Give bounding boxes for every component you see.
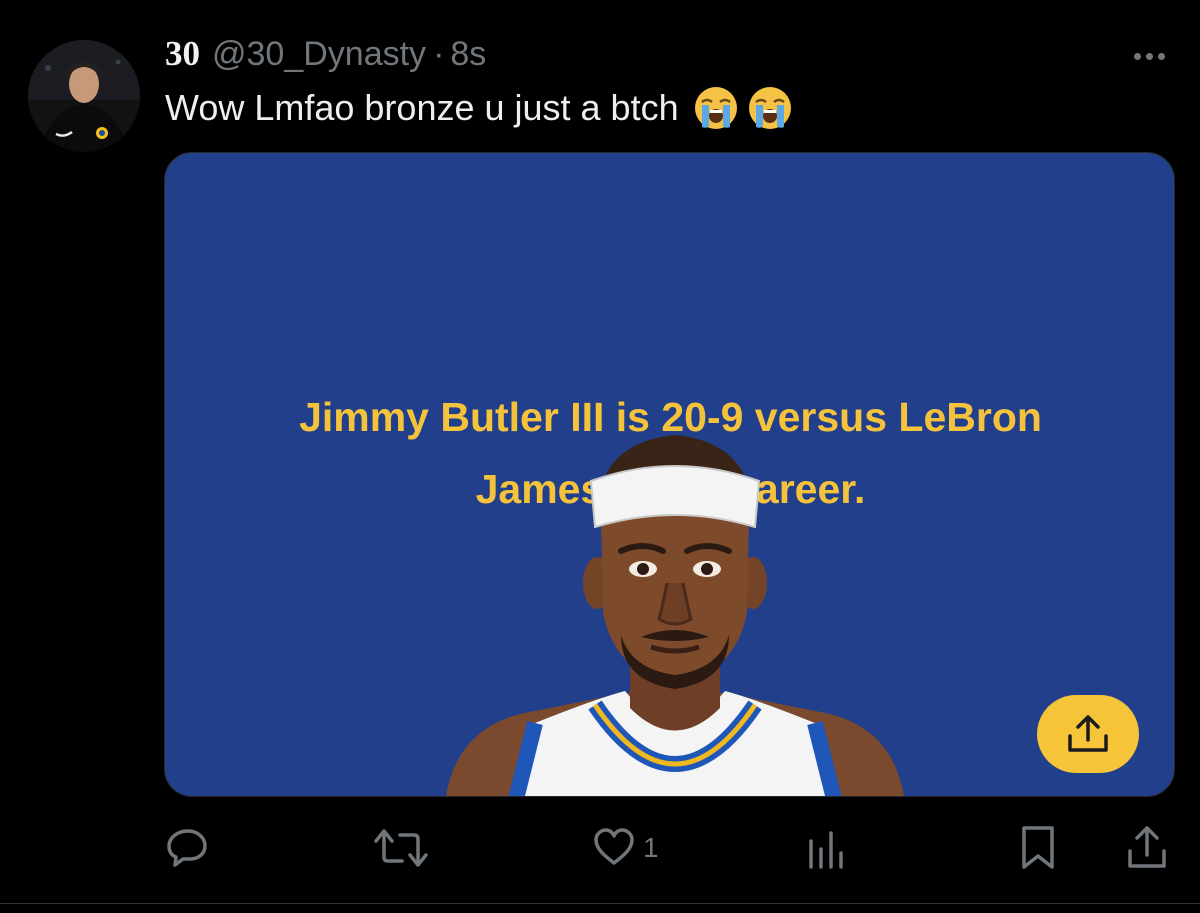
tweet: 30 @30_Dynasty · 8s Wow Lmfao bronze u j… [0, 0, 1200, 913]
divider [0, 903, 1200, 904]
tweet-text: Wow Lmfao bronze u just a btch [165, 84, 793, 132]
bookmark-button[interactable] [1016, 818, 1062, 878]
player-illustration [446, 435, 904, 796]
retweet-icon [374, 829, 428, 867]
media-share-button[interactable] [1037, 695, 1139, 773]
tweet-body: Wow Lmfao bronze u just a btch [165, 87, 679, 128]
user-handle[interactable]: @30_Dynasty [212, 35, 426, 74]
like-button[interactable]: 1 [591, 818, 659, 878]
timestamp[interactable]: 8s [450, 35, 486, 74]
share-icon [1128, 826, 1166, 868]
tweet-actions: 1 [0, 818, 1200, 878]
separator-dot: · [433, 35, 445, 73]
views-button[interactable] [804, 818, 850, 878]
bookmark-icon [1022, 826, 1054, 869]
share-upload-icon [1068, 715, 1108, 752]
reply-button[interactable] [165, 818, 211, 878]
more-options-button[interactable] [1122, 42, 1176, 70]
views-bar-chart-icon [809, 831, 843, 869]
more-icon-dot [1133, 52, 1141, 60]
more-icon-dot [1157, 52, 1165, 60]
media-card[interactable]: Jimmy Butler III is 20-9 versus LeBron J… [164, 152, 1175, 797]
retweet-button[interactable] [372, 818, 430, 878]
avatar-image [28, 40, 140, 152]
tweet-header: 30 @30_Dynasty · 8s [165, 34, 486, 82]
heart-icon [594, 828, 634, 865]
like-count: 1 [643, 832, 659, 863]
reply-icon [167, 829, 207, 867]
loudly-crying-face-emoji [694, 87, 737, 129]
display-name[interactable]: 30 [165, 34, 200, 74]
avatar[interactable] [28, 40, 140, 152]
share-button[interactable] [1124, 818, 1170, 878]
more-icon-dot [1145, 52, 1153, 60]
emoji-group [693, 85, 793, 131]
loudly-crying-face-emoji [748, 87, 791, 129]
